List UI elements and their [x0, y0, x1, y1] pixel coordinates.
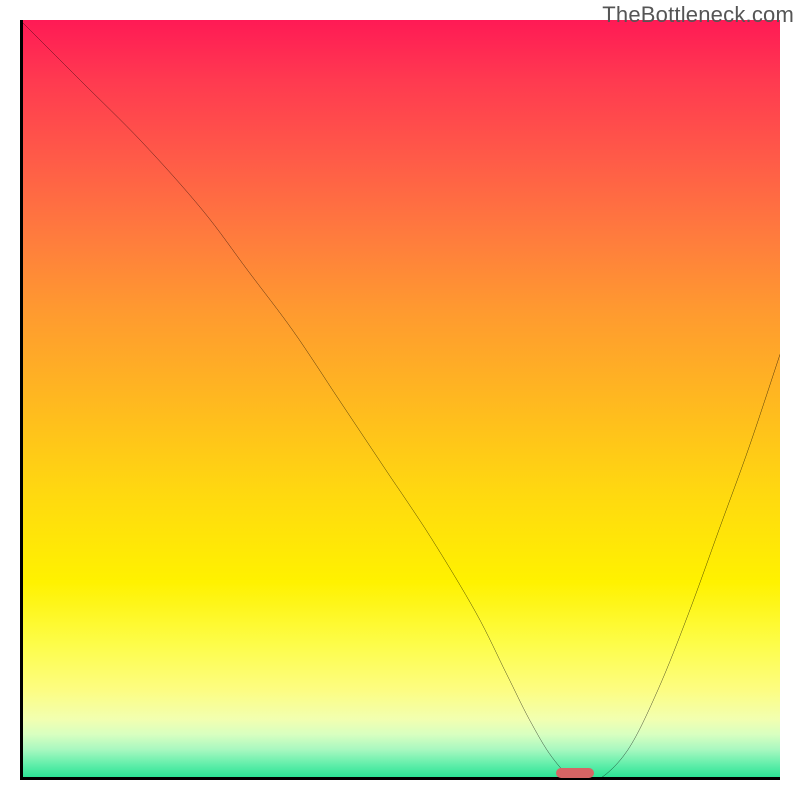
plot-area: [20, 20, 780, 780]
curve-svg: [20, 20, 780, 780]
bottleneck-chart: TheBottleneck.com: [0, 0, 800, 800]
optimal-marker: [556, 768, 594, 778]
watermark-text: TheBottleneck.com: [602, 2, 794, 28]
bottleneck-curve-path: [20, 20, 780, 780]
